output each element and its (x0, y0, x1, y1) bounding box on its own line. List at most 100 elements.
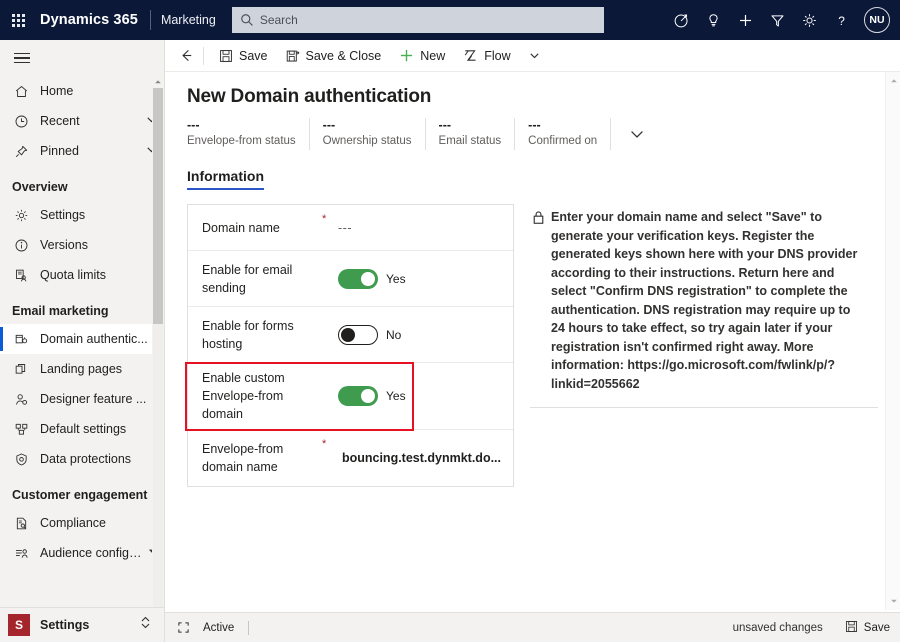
enable-forms-hosting-toggle-cell: No (338, 324, 503, 345)
page-title: New Domain authentication (187, 86, 432, 107)
toggle-knob (361, 389, 375, 403)
target-icon[interactable] (665, 0, 697, 40)
toggle-track (338, 386, 378, 406)
field-label: Enable custom Envelope-from domain (202, 371, 285, 421)
lock-icon (532, 210, 545, 393)
back-button[interactable] (171, 40, 201, 72)
form-row-enable-forms-hosting: Enable for forms hosting No (188, 307, 513, 363)
tab-label: Information (187, 168, 264, 184)
sidebar-scroll-up-icon[interactable] (152, 76, 164, 88)
main-content: Save Save & Close New Flow New Domain au… (165, 40, 900, 642)
header-stat-label: Ownership status (322, 135, 412, 147)
main-scrollbar[interactable] (885, 72, 900, 610)
sidebar-item-versions[interactable]: Versions (0, 230, 164, 260)
domain-name-value[interactable]: --- (338, 221, 503, 235)
area-switcher-chevron-icon[interactable] (139, 615, 152, 635)
sidebar-item-audience-configuration[interactable]: Audience configur... (0, 538, 164, 568)
command-overflow-chevron-icon[interactable] (520, 40, 549, 72)
plus-icon[interactable] (729, 0, 761, 40)
sidebar-item-home[interactable]: Home (0, 76, 164, 106)
sidebar-collapse-button[interactable] (0, 40, 164, 76)
gear-icon[interactable] (793, 0, 825, 40)
lightbulb-icon[interactable] (697, 0, 729, 40)
save-icon (219, 49, 233, 63)
sidebar-scroll-track[interactable] (153, 88, 163, 631)
main-scroll-up-icon[interactable] (886, 74, 900, 88)
person-icon (12, 390, 30, 408)
sidebar-item-label: Data protections (40, 452, 132, 466)
flow-button[interactable]: Flow (454, 40, 519, 72)
sidebar-item-label: Designer feature ... (40, 392, 147, 406)
sidebar-item-label: Compliance (40, 516, 107, 530)
new-button-label: New (420, 48, 446, 63)
sidebar-item-data-protections[interactable]: Data protections (0, 444, 164, 474)
area-tile: S (8, 614, 30, 636)
enable-custom-envelope-from-domain-toggle[interactable]: Yes (338, 386, 503, 406)
enable-email-sending-toggle-cell: Yes (338, 268, 503, 289)
home-icon (12, 82, 30, 100)
sidebar: Home Recent Pinned Overview Settings Ver… (0, 40, 165, 642)
filter-icon[interactable] (761, 0, 793, 40)
enable-forms-hosting-toggle[interactable]: No (338, 324, 503, 345)
save-close-icon (286, 49, 300, 63)
sidebar-item-landing-pages[interactable]: Landing pages (0, 354, 164, 384)
required-asterisk: * (322, 438, 327, 450)
save-and-close-button[interactable]: Save & Close (277, 40, 391, 72)
sidebar-scroll-thumb[interactable] (153, 88, 163, 324)
save-button[interactable]: Save (210, 40, 277, 72)
info-panel: Enter your domain name and select "Save"… (530, 204, 878, 408)
toggle-knob (341, 327, 355, 342)
save-button-label: Save (239, 48, 268, 63)
search-placeholder-text: Search (259, 13, 298, 27)
question-icon[interactable]: ? (825, 0, 857, 40)
sidebar-item-domain-authentication[interactable]: Domain authentic... (0, 324, 164, 354)
required-asterisk (322, 313, 338, 315)
required-asterisk: * (322, 213, 327, 225)
field-label: Domain name (202, 220, 280, 235)
envelope-from-domain-name-value[interactable]: bouncing.test.dynmkt.do... (338, 451, 503, 465)
grid-icon (12, 420, 30, 438)
sidebar-item-label: Recent (40, 114, 80, 128)
toggle-state-label: No (386, 327, 402, 342)
brand-divider (149, 10, 151, 30)
form-row-domain-name: Domain name * --- (188, 205, 513, 251)
header-stat: --- Envelope-from status (187, 118, 310, 150)
sidebar-item-label: Landing pages (40, 362, 123, 376)
info-panel-text: Enter your domain name and select "Save"… (551, 210, 858, 391)
status-save-button[interactable]: Save (839, 620, 890, 636)
field-label: Enable for email sending (202, 262, 293, 295)
sidebar-item-designer-feature[interactable]: Designer feature ... (0, 384, 164, 414)
enable-email-sending-toggle[interactable]: Yes (338, 268, 503, 289)
sidebar-item-compliance[interactable]: Compliance (0, 508, 164, 538)
top-navigation-bar: Dynamics 365 Marketing Search ? NU (0, 0, 900, 40)
sidebar-item-default-settings[interactable]: Default settings (0, 414, 164, 444)
user-avatar[interactable]: NU (864, 7, 890, 33)
sidebar-item-settings[interactable]: Settings (0, 200, 164, 230)
header-status-strip: --- Envelope-from status --- Ownership s… (165, 108, 900, 150)
sidebar-scrollbar[interactable] (152, 76, 164, 642)
sidebar-item-recent[interactable]: Recent (0, 106, 164, 136)
area-label: Settings (40, 618, 90, 632)
main-scroll-down-icon[interactable] (886, 594, 900, 608)
plus-icon (399, 48, 414, 63)
save-and-close-button-label: Save & Close (305, 48, 382, 63)
sidebar-group-email-marketing: Email marketing (12, 304, 109, 318)
tab-information[interactable]: Information (187, 168, 264, 190)
expand-icon[interactable] (173, 621, 193, 634)
brand-title: Dynamics 365 (40, 12, 138, 28)
app-launcher-waffle-icon[interactable] (0, 0, 36, 40)
sidebar-item-pinned[interactable]: Pinned (0, 136, 164, 166)
sidebar-item-label: Settings (40, 208, 86, 222)
sidebar-item-label: Audience configur... (40, 546, 143, 560)
clock-icon (12, 112, 30, 130)
sidebar-group-customer-engagement: Customer engagement (12, 488, 148, 502)
search-input[interactable]: Search (231, 7, 604, 33)
header-stat-value: --- (438, 118, 452, 132)
save-icon (845, 620, 858, 636)
sidebar-scroll-area: Home Recent Pinned Overview Settings Ver… (0, 76, 164, 642)
sidebar-area-switcher[interactable]: S Settings (0, 607, 164, 642)
new-button[interactable]: New (390, 40, 454, 72)
header-expand-chevron-icon[interactable] (624, 125, 646, 150)
header-stat: --- Ownership status (323, 118, 426, 150)
sidebar-item-quota-limits[interactable]: Quota limits (0, 260, 164, 290)
